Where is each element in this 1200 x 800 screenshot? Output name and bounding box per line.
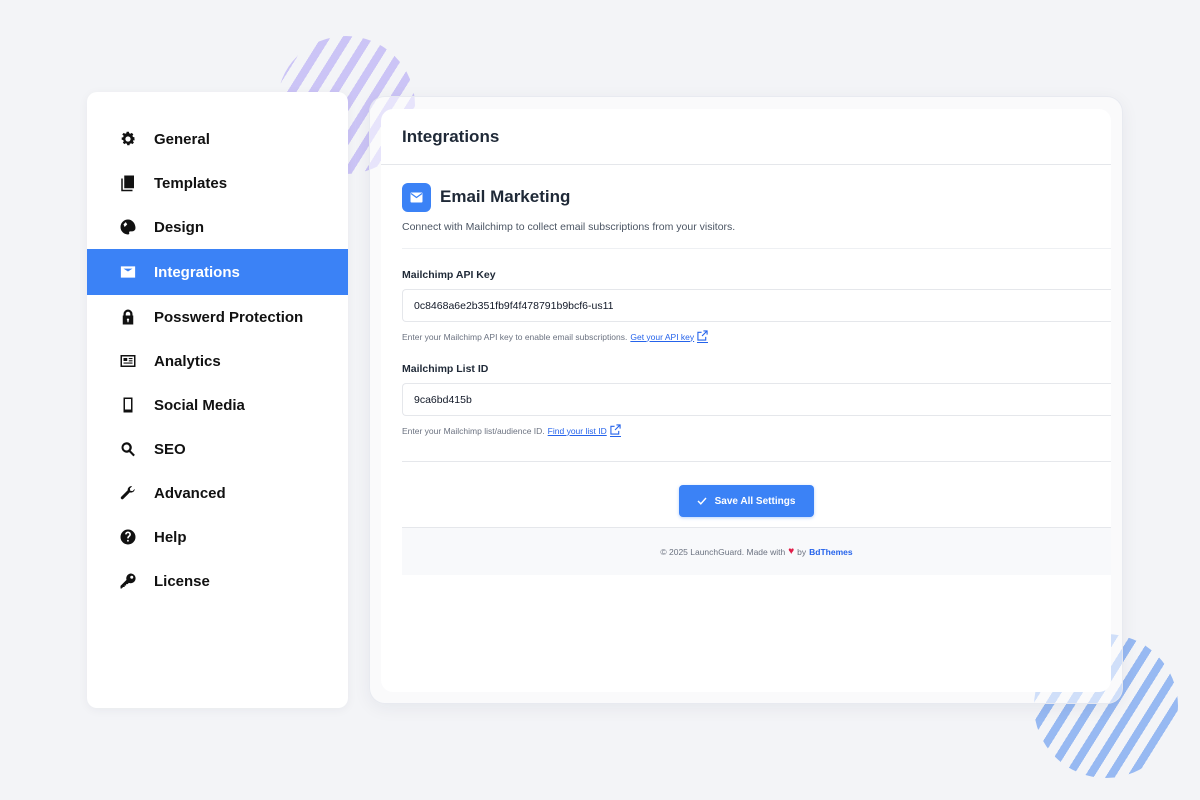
sidebar-item-templates[interactable]: Templates	[87, 161, 348, 205]
find-list-id-link[interactable]: Find your list ID	[548, 426, 607, 436]
app-stage: General Templates Design Integrations Po…	[0, 0, 1200, 800]
api-key-help: Enter your Mailchimp API key to enable e…	[402, 330, 1111, 343]
external-link-icon[interactable]	[697, 330, 709, 343]
gear-icon	[119, 130, 137, 148]
section-title: Email Marketing	[440, 187, 571, 206]
sidebar-item-label: Posswerd Protection	[154, 308, 304, 326]
list-id-input[interactable]: 9ca6bd415b	[402, 383, 1111, 416]
lock-icon	[119, 308, 137, 326]
palette-icon	[119, 218, 137, 236]
external-link-icon[interactable]	[609, 424, 621, 437]
sidebar-item-label: Integrations	[154, 263, 240, 281]
sidebar-item-label: Design	[154, 218, 205, 236]
list-id-label: Mailchimp List ID	[402, 363, 489, 375]
sidebar-item-label: Analytics	[154, 352, 221, 370]
panel-header: Integrations	[381, 109, 1111, 165]
mail-icon	[402, 182, 431, 212]
save-button-label: Save All Settings	[714, 495, 796, 507]
section-description: Connect with Mailchimp to collect email …	[402, 221, 736, 233]
integrations-panel: Integrations Email Marketing Connect wit…	[381, 109, 1111, 692]
sidebar-item-design[interactable]: Design	[87, 205, 348, 249]
page-title: Integrations	[402, 126, 500, 146]
sidebar-item-label: Social Media	[154, 396, 245, 414]
settings-sidebar: General Templates Design Integrations Po…	[87, 92, 348, 708]
footer-text: © 2025 LaunchGuard. Made with	[660, 546, 786, 557]
api-key-input[interactable]: 0c8468a6e2b351fb9f4f478791b9bcf6-us11	[402, 289, 1111, 322]
sidebar-item-social-media[interactable]: Social Media	[87, 383, 348, 427]
list-id-field-group: Mailchimp List ID 9ca6bd415b Enter your …	[402, 363, 1111, 437]
sidebar-item-label: Templates	[154, 174, 228, 192]
sidebar-item-help[interactable]: Help	[87, 515, 348, 559]
list-id-help: Enter your Mailchimp list/audience ID. F…	[402, 424, 1111, 437]
heart-icon: ♥	[788, 546, 795, 557]
newspaper-icon	[119, 352, 137, 370]
sidebar-item-integrations[interactable]: Integrations	[87, 249, 348, 295]
save-area: Save All Settings	[402, 462, 1111, 517]
sidebar-item-license[interactable]: License	[87, 559, 348, 603]
help-icon	[119, 528, 137, 546]
sidebar-item-advanced[interactable]: Advanced	[87, 471, 348, 515]
footer-by: by	[797, 546, 807, 557]
save-all-settings-button[interactable]: Save All Settings	[678, 485, 814, 517]
help-text: Enter your Mailchimp list/audience ID.	[402, 425, 545, 436]
sidebar-item-general[interactable]: General	[87, 117, 348, 161]
email-marketing-section: Email Marketing Connect with Mailchimp t…	[381, 165, 1111, 575]
brand-link[interactable]: BdThemes	[809, 547, 852, 557]
divider	[402, 248, 1111, 249]
check-icon	[697, 497, 707, 505]
help-text: Enter your Mailchimp API key to enable e…	[402, 331, 628, 342]
sidebar-item-label: Advanced	[154, 484, 226, 502]
wrench-icon	[119, 484, 137, 502]
copy-icon	[119, 174, 137, 192]
search-icon	[119, 440, 137, 458]
phone-icon	[119, 396, 137, 414]
key-icon	[119, 572, 137, 590]
sidebar-item-label: License	[154, 572, 210, 590]
sidebar-item-label: SEO	[154, 440, 186, 458]
get-api-key-link[interactable]: Get your API key	[630, 332, 694, 342]
api-key-label: Mailchimp API Key	[402, 269, 496, 281]
panel-footer: © 2025 LaunchGuard. Made with ♥ by BdThe…	[402, 527, 1111, 575]
sidebar-item-password-protection[interactable]: Posswerd Protection	[87, 295, 348, 339]
sidebar-item-seo[interactable]: SEO	[87, 427, 348, 471]
sidebar-item-analytics[interactable]: Analytics	[87, 339, 348, 383]
api-key-field-group: Mailchimp API Key 0c8468a6e2b351fb9f4f47…	[402, 269, 1111, 343]
mail-icon	[119, 263, 137, 281]
sidebar-item-label: Help	[154, 528, 187, 546]
sidebar-item-label: General	[154, 130, 210, 148]
section-header: Email Marketing	[402, 182, 1111, 212]
